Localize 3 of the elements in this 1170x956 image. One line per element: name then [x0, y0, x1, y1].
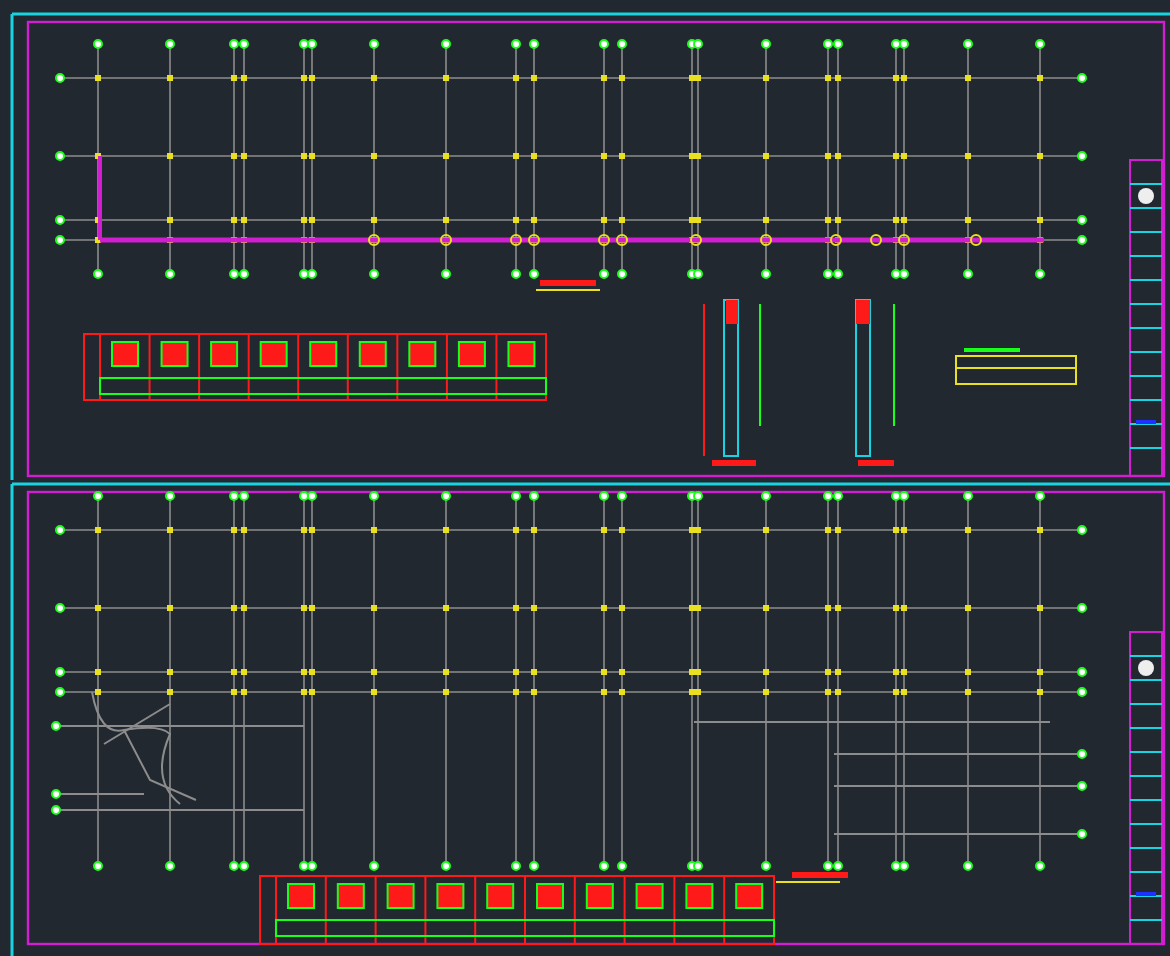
scale-bar-drawing	[775, 872, 848, 883]
scale-bar-drawing	[535, 280, 601, 291]
legend-table-drawing	[955, 348, 1077, 385]
